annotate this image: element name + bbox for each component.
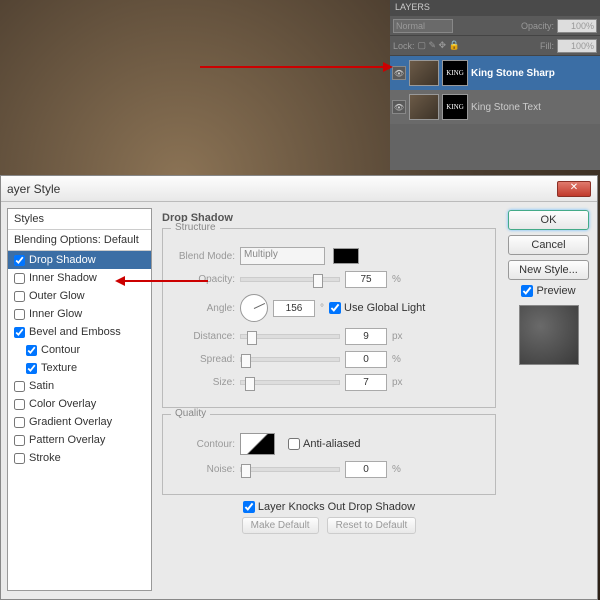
layer-thumbnail[interactable]: [409, 60, 439, 86]
style-gradient-overlay[interactable]: Gradient Overlay: [8, 413, 151, 431]
reset-default-button[interactable]: Reset to Default: [327, 517, 417, 534]
size-slider[interactable]: [240, 380, 340, 385]
visibility-icon[interactable]: 👁: [392, 100, 406, 114]
close-button[interactable]: ✕: [557, 181, 591, 197]
noise-slider[interactable]: [240, 467, 340, 472]
layer-thumbnail[interactable]: [409, 94, 439, 120]
new-style-button[interactable]: New Style...: [508, 260, 589, 280]
spread-input[interactable]: 0: [345, 351, 387, 368]
style-checkbox[interactable]: [14, 309, 25, 320]
blend-mode-select[interactable]: Multiply: [240, 247, 325, 265]
fill-value[interactable]: 100%: [557, 39, 597, 53]
contour-picker[interactable]: [240, 433, 275, 455]
noise-label: Noise:: [173, 464, 235, 475]
titlebar[interactable]: ayer Style ✕: [1, 176, 597, 202]
style-checkbox[interactable]: [14, 291, 25, 302]
blending-options[interactable]: Blending Options: Default: [8, 230, 151, 251]
knockout-checkbox[interactable]: [243, 501, 255, 513]
style-inner-shadow[interactable]: Inner Shadow: [8, 269, 151, 287]
panel-header: LAYERS: [390, 0, 600, 16]
opacity-label: Opacity:: [521, 21, 554, 31]
lock-row: Lock: ▢ ✎ ✥ 🔒 Fill: 100%: [390, 36, 600, 56]
layer-row[interactable]: 👁 KING King Stone Text: [390, 90, 600, 124]
style-checkbox[interactable]: [14, 255, 25, 266]
style-checkbox[interactable]: [14, 273, 25, 284]
annotation-arrow: [118, 280, 208, 282]
blend-row: Normal Opacity: 100%: [390, 16, 600, 36]
style-checkbox[interactable]: [26, 363, 37, 374]
spread-label: Spread:: [173, 354, 235, 365]
style-satin[interactable]: Satin: [8, 377, 151, 395]
distance-slider[interactable]: [240, 334, 340, 339]
angle-input[interactable]: 156: [273, 300, 315, 317]
contour-label: Contour:: [173, 439, 235, 450]
mask-thumbnail[interactable]: KING: [442, 60, 468, 86]
style-bevel-emboss[interactable]: Bevel and Emboss: [8, 323, 151, 341]
spread-slider[interactable]: [240, 357, 340, 362]
lock-label: Lock:: [393, 41, 415, 51]
style-stroke[interactable]: Stroke: [8, 449, 151, 467]
layer-name[interactable]: King Stone Sharp: [471, 68, 555, 79]
blend-mode-label: Blend Mode:: [173, 251, 235, 262]
ok-button[interactable]: OK: [508, 210, 589, 230]
style-checkbox[interactable]: [14, 399, 25, 410]
noise-input[interactable]: 0: [345, 461, 387, 478]
color-swatch[interactable]: [333, 248, 359, 264]
distance-input[interactable]: 9: [345, 328, 387, 345]
style-color-overlay[interactable]: Color Overlay: [8, 395, 151, 413]
style-contour[interactable]: Contour: [8, 341, 151, 359]
styles-list: Styles Blending Options: Default Drop Sh…: [7, 208, 152, 591]
style-outer-glow[interactable]: Outer Glow: [8, 287, 151, 305]
angle-dial[interactable]: [240, 294, 268, 322]
style-inner-glow[interactable]: Inner Glow: [8, 305, 151, 323]
opacity-value[interactable]: 100%: [557, 19, 597, 33]
layer-row[interactable]: 👁 KING King Stone Sharp: [390, 56, 600, 90]
cancel-button[interactable]: Cancel: [508, 235, 589, 255]
size-label: Size:: [173, 377, 235, 388]
styles-header[interactable]: Styles: [8, 209, 151, 230]
preview-checkbox[interactable]: [521, 285, 533, 297]
dialog-title: ayer Style: [7, 182, 60, 196]
style-pattern-overlay[interactable]: Pattern Overlay: [8, 431, 151, 449]
preview-swatch: [519, 305, 579, 365]
layers-panel: LAYERS Normal Opacity: 100% Lock: ▢ ✎ ✥ …: [390, 0, 600, 170]
quality-fieldset: Quality Contour:Anti-aliased Noise:0%: [162, 414, 496, 495]
antialiased-checkbox[interactable]: [288, 438, 300, 450]
style-checkbox[interactable]: [14, 327, 25, 338]
layer-style-dialog: ayer Style ✕ Styles Blending Options: De…: [0, 175, 598, 600]
fieldset-legend: Structure: [171, 222, 220, 233]
style-checkbox[interactable]: [14, 417, 25, 428]
make-default-button[interactable]: Make Default: [242, 517, 319, 534]
mask-thumbnail[interactable]: KING: [442, 94, 468, 120]
size-input[interactable]: 7: [345, 374, 387, 391]
layer-name[interactable]: King Stone Text: [471, 102, 541, 113]
blend-mode-select[interactable]: Normal: [393, 19, 453, 33]
style-checkbox[interactable]: [14, 453, 25, 464]
structure-fieldset: Structure Blend Mode:Multiply Opacity:75…: [162, 228, 496, 408]
angle-label: Angle:: [173, 303, 235, 314]
style-checkbox[interactable]: [14, 381, 25, 392]
global-light-checkbox[interactable]: [329, 302, 341, 314]
opacity-input[interactable]: 75: [345, 271, 387, 288]
opacity-slider[interactable]: [240, 277, 340, 282]
settings-panel: Drop Shadow Structure Blend Mode:Multipl…: [158, 208, 500, 591]
style-texture[interactable]: Texture: [8, 359, 151, 377]
annotation-arrow: [200, 66, 390, 68]
distance-label: Distance:: [173, 331, 235, 342]
style-checkbox[interactable]: [14, 435, 25, 446]
fill-label: Fill:: [540, 41, 554, 51]
style-drop-shadow[interactable]: Drop Shadow: [8, 251, 151, 269]
action-panel: OK Cancel New Style... Preview: [506, 208, 591, 591]
style-checkbox[interactable]: [26, 345, 37, 356]
fieldset-legend: Quality: [171, 408, 210, 419]
lock-icon[interactable]: ▢ ✎ ✥ 🔒: [418, 40, 460, 51]
